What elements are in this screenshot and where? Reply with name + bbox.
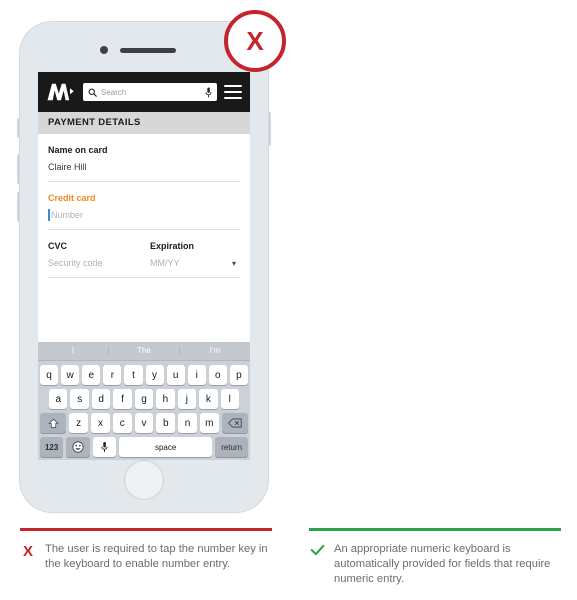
- front-camera: [100, 46, 108, 54]
- field-name-on-card[interactable]: Name on card Claire Hill: [48, 134, 240, 182]
- shift-arrow-icon: [47, 418, 59, 428]
- field-cvc[interactable]: CVC Security code: [48, 241, 150, 268]
- key-v[interactable]: v: [134, 413, 154, 433]
- field-credit-card[interactable]: Credit card Number: [48, 182, 240, 230]
- cross-icon: X: [246, 26, 264, 56]
- key-c[interactable]: c: [112, 413, 132, 433]
- keyboard-row-1: q w e r t y u i o p: [38, 365, 250, 385]
- numeric-toggle-key[interactable]: 123: [40, 437, 64, 457]
- key-e[interactable]: e: [82, 365, 101, 385]
- earpiece-speaker: [120, 48, 176, 53]
- verdict-badge-incorrect: X: [224, 10, 286, 72]
- suggestion-2[interactable]: The: [109, 347, 180, 355]
- dictation-key[interactable]: [92, 437, 116, 457]
- return-key[interactable]: return: [215, 437, 248, 457]
- caption-text-correct: An appropriate numeric keyboard is autom…: [334, 543, 551, 586]
- checkmark-icon: [309, 542, 325, 587]
- comparison-figure: X Search PAYMENT DETAILS Name on card Cl…: [0, 0, 577, 600]
- volume-up-button: [17, 154, 20, 184]
- credit-card-label: Credit card: [48, 193, 96, 203]
- volume-down-button: [17, 192, 20, 222]
- credit-card-placeholder: Number: [48, 209, 240, 221]
- emoji-key[interactable]: [66, 437, 90, 457]
- suggestion-1[interactable]: I: [38, 347, 109, 355]
- hamburger-menu-icon[interactable]: [224, 85, 242, 99]
- expiration-placeholder: MM/YY: [150, 258, 180, 268]
- emoji-icon: [72, 441, 84, 453]
- name-on-card-label: Name on card: [48, 145, 108, 155]
- panel-correct-example: Search PAYMENT DETAILS Name on card Clai…: [289, 0, 577, 600]
- caption-rule-green: [309, 528, 561, 531]
- section-header-payment-details: PAYMENT DETAILS: [38, 112, 250, 134]
- key-s[interactable]: s: [70, 389, 89, 409]
- caption-block-correct: An appropriate numeric keyboard is autom…: [289, 528, 577, 587]
- search-placeholder-text: Search: [101, 87, 127, 97]
- autocomplete-suggestion-bar: I The I'm: [38, 342, 250, 361]
- key-p[interactable]: p: [229, 365, 248, 385]
- expiration-label: Expiration: [150, 241, 195, 251]
- keyboard-row-2: a s d f g h j k l: [38, 389, 250, 409]
- search-icon: [88, 87, 97, 97]
- key-i[interactable]: i: [187, 365, 206, 385]
- key-q[interactable]: q: [40, 365, 59, 385]
- key-t[interactable]: t: [124, 365, 143, 385]
- qwerty-keyboard: I The I'm q w e r t y u i o p a s d f g …: [38, 342, 250, 460]
- key-h[interactable]: h: [156, 389, 175, 409]
- cvc-label: CVC: [48, 241, 68, 251]
- key-b[interactable]: b: [156, 413, 176, 433]
- brand-logo[interactable]: [46, 81, 76, 103]
- caption-text-incorrect: The user is required to tap the number k…: [45, 543, 268, 571]
- microphone-icon: [205, 87, 212, 97]
- suggestion-3[interactable]: I'm: [180, 347, 250, 355]
- key-u[interactable]: u: [166, 365, 185, 385]
- key-w[interactable]: w: [61, 365, 80, 385]
- keyboard-row-3: z x c v b n m: [38, 413, 250, 433]
- key-f[interactable]: f: [113, 389, 132, 409]
- power-button: [268, 112, 271, 146]
- key-d[interactable]: d: [91, 389, 111, 409]
- key-z[interactable]: z: [69, 413, 89, 433]
- backspace-key[interactable]: [221, 413, 249, 433]
- phone-device-left: Search PAYMENT DETAILS Name on card Clai…: [17, 22, 271, 512]
- key-k[interactable]: k: [199, 389, 218, 409]
- key-m[interactable]: m: [199, 413, 219, 433]
- backspace-icon: [227, 418, 242, 428]
- field-row-cvc-expiration: CVC Security code Expiration MM/YY ▾: [48, 230, 240, 278]
- key-g[interactable]: g: [134, 389, 154, 409]
- keyboard-row-4: 123 space return: [38, 437, 250, 457]
- home-button[interactable]: [124, 460, 164, 500]
- app-header-bar: Search: [38, 72, 250, 112]
- mute-switch: [17, 118, 20, 138]
- search-input[interactable]: Search: [83, 83, 217, 101]
- caption-block-incorrect: X The user is required to tap the number…: [0, 528, 288, 572]
- key-a[interactable]: a: [49, 389, 68, 409]
- key-j[interactable]: j: [177, 389, 197, 409]
- key-n[interactable]: n: [178, 413, 197, 433]
- name-on-card-value: Claire Hill: [48, 162, 87, 172]
- key-r[interactable]: r: [103, 365, 122, 385]
- panel-incorrect-example: X Search PAYMENT DETAILS Name on card Cl…: [0, 0, 288, 600]
- key-x[interactable]: x: [91, 413, 110, 433]
- microphone-icon: [101, 441, 108, 452]
- chevron-down-icon: ▾: [231, 258, 236, 268]
- space-key[interactable]: space: [118, 437, 213, 457]
- caption-rule-red: [20, 528, 272, 531]
- field-expiration[interactable]: Expiration MM/YY ▾: [150, 241, 240, 268]
- cvc-placeholder: Security code: [48, 258, 103, 268]
- key-l[interactable]: l: [220, 389, 239, 409]
- shift-key[interactable]: [39, 413, 67, 433]
- phone-screen-left: Search PAYMENT DETAILS Name on card Clai…: [38, 72, 250, 460]
- key-y[interactable]: y: [145, 365, 164, 385]
- payment-form-left: Name on card Claire Hill Credit card Num…: [38, 134, 250, 278]
- key-o[interactable]: o: [208, 365, 227, 385]
- cross-icon: X: [22, 543, 33, 560]
